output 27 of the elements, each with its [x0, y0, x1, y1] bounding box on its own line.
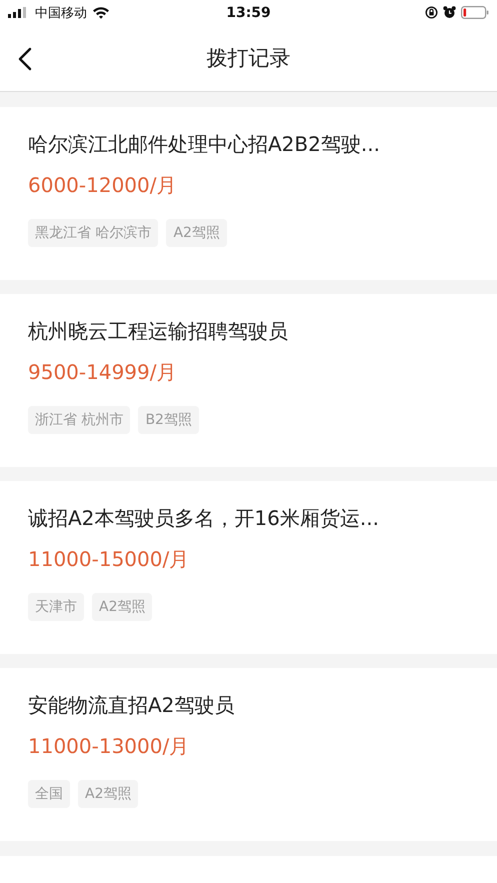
wifi-icon: [92, 6, 110, 19]
job-tag: A2驾照: [78, 780, 138, 808]
job-tag: 天津市: [28, 593, 84, 621]
salary: 11000-15000/月: [28, 546, 190, 573]
job-tag: 全国: [28, 780, 70, 808]
job-card[interactable]: 杭州晓云工程运输招聘驾驶员 9500-14999/月 浙江省 杭州市 B2驾照: [0, 294, 497, 467]
job-tag: A2驾照: [92, 593, 152, 621]
rotation-lock-icon: [425, 6, 438, 19]
job-tag: A2驾照: [166, 219, 227, 247]
job-tag: 浙江省 杭州市: [28, 406, 130, 434]
job-tag: 黑龙江省 哈尔滨市: [28, 219, 158, 247]
salary: 9500-14999/月: [28, 359, 178, 386]
job-card[interactable]: 哈尔滨江北邮件处理中心招A2B2驾驶... 6000-12000/月 黑龙江省 哈尔滨市 A2驾照: [0, 107, 497, 280]
battery-icon: [461, 6, 489, 19]
carrier-name: 中国移动: [35, 4, 87, 22]
job-title: 安能物流直招A2驾驶员: [28, 692, 236, 719]
status-time: 13:59: [226, 4, 271, 20]
job-title: 哈尔滨江北邮件处理中心招A2B2驾驶...: [28, 131, 381, 158]
salary: 11000-13000/月: [28, 733, 190, 760]
job-card[interactable]: 诚招A2本驾驶员多名，开16米厢货运... 11000-15000/月 天津市 A2驾照: [0, 481, 497, 654]
job-card[interactable]: 安能物流直招A2驾驶员 11000-13000/月 全国 A2驾照: [0, 668, 497, 841]
job-tag: B2驾照: [138, 406, 199, 434]
alarm-icon: [443, 6, 456, 19]
job-title: 诚招A2本驾驶员多名，开16米厢货运...: [28, 505, 380, 532]
page-title: 拨打记录: [206, 45, 290, 72]
salary: 6000-12000/月: [28, 172, 178, 199]
job-title: 杭州晓云工程运输招聘驾驶员: [28, 318, 289, 345]
